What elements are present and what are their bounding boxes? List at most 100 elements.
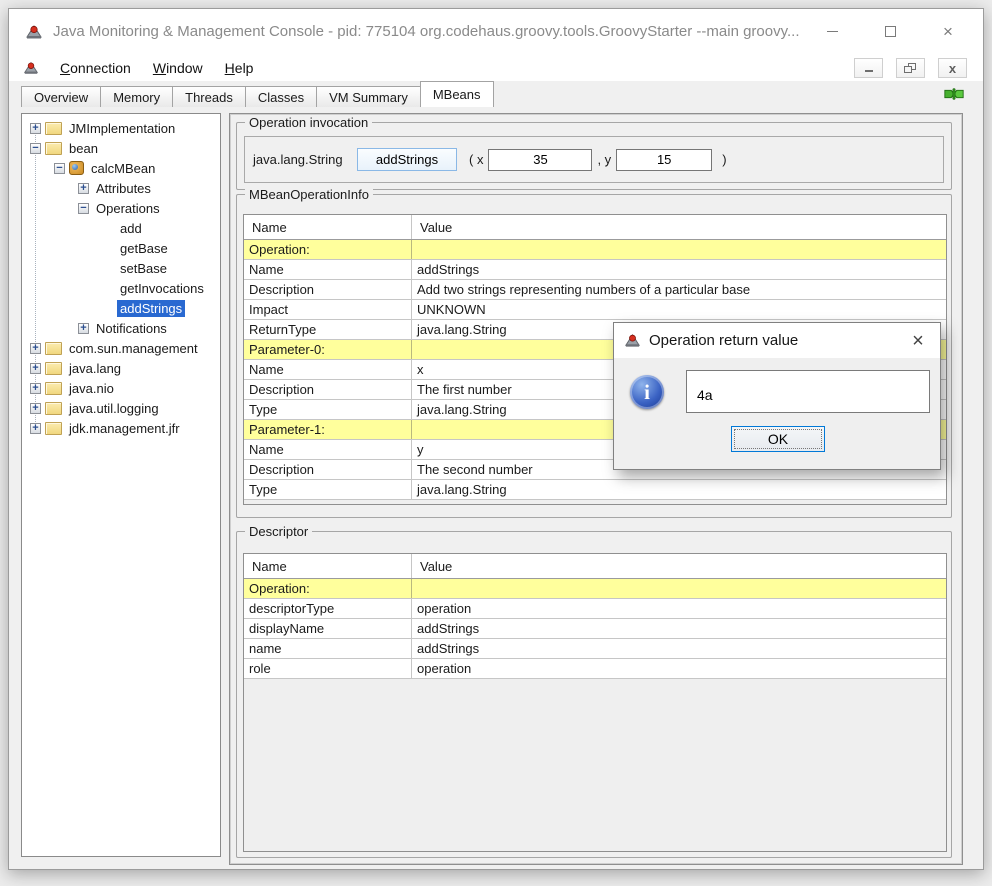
table-row[interactable]: Type java.lang.String <box>244 480 946 500</box>
return-value-field[interactable] <box>686 370 930 413</box>
info-icon: i <box>630 375 664 409</box>
tree-item-label: java.nio <box>66 380 117 397</box>
tree-item-label: setBase <box>117 260 170 277</box>
column-header-value[interactable]: Value <box>412 559 946 574</box>
column-header-value[interactable]: Value <box>412 220 946 235</box>
tree-item[interactable]: − calcMBean <box>22 158 220 178</box>
tree-item[interactable]: − Operations <box>22 198 220 218</box>
cell-value: addStrings <box>412 619 946 638</box>
tab[interactable]: Threads <box>172 86 246 107</box>
menu-item[interactable]: Window <box>144 57 212 79</box>
table-row[interactable]: Operation: <box>244 240 946 260</box>
tree-item[interactable]: add <box>22 218 220 238</box>
table-row[interactable]: Operation: <box>244 579 946 599</box>
tree-expander-icon[interactable]: + <box>30 403 41 414</box>
cell-value: operation <box>412 599 946 618</box>
tree-item[interactable]: + Notifications <box>22 318 220 338</box>
tree-item[interactable]: getInvocations <box>22 278 220 298</box>
dialog-close-button[interactable]: × <box>906 329 930 353</box>
tree-item[interactable]: + java.nio <box>22 378 220 398</box>
tree-item-label: Operations <box>93 200 163 217</box>
cell-name: displayName <box>244 619 412 638</box>
invoke-addstrings-button[interactable]: addStrings <box>357 148 457 171</box>
tree-expander-icon[interactable]: + <box>78 183 89 194</box>
table-row[interactable]: Name addStrings <box>244 260 946 280</box>
window-title: Java Monitoring & Management Console - p… <box>53 23 800 40</box>
tree-node-icon <box>45 382 62 395</box>
menubar: Connection Window Help x <box>9 54 983 81</box>
separator-label: , y <box>597 152 611 167</box>
tree-expander-icon[interactable]: + <box>30 363 41 374</box>
table-row[interactable]: role operation <box>244 659 946 679</box>
frame-minimize-button[interactable] <box>854 58 883 78</box>
cell-value <box>412 579 946 598</box>
column-header-name[interactable]: Name <box>244 215 412 239</box>
table-row[interactable]: name addStrings <box>244 639 946 659</box>
tree-expander-icon[interactable]: + <box>78 323 89 334</box>
table-body: Operation: descriptorType operation disp… <box>244 579 946 679</box>
dialog-title: Operation return value <box>649 332 798 349</box>
jconsole-app-icon <box>25 23 43 41</box>
tree-item[interactable]: + Attributes <box>22 178 220 198</box>
maximize-button[interactable] <box>861 9 919 54</box>
tree-expander-icon[interactable]: − <box>54 163 65 174</box>
ok-button[interactable]: OK <box>731 426 825 452</box>
tree-expander-icon[interactable]: + <box>30 423 41 434</box>
tree-item[interactable]: + java.lang <box>22 358 220 378</box>
table-row[interactable]: descriptorType operation <box>244 599 946 619</box>
tab[interactable]: MBeans <box>420 81 494 107</box>
cell-name: Impact <box>244 300 412 319</box>
frame-close-button[interactable]: x <box>938 58 967 78</box>
tree-expander-icon[interactable]: − <box>30 143 41 154</box>
tree-item-label: jdk.management.jfr <box>66 420 183 437</box>
tree-item[interactable]: + jdk.management.jfr <box>22 418 220 438</box>
param-y-input[interactable] <box>616 149 712 171</box>
operation-detail-panel: Operation invocation java.lang.String ad… <box>229 113 963 865</box>
tree-expander-icon[interactable]: + <box>30 343 41 354</box>
tree-expander-icon[interactable]: + <box>30 123 41 134</box>
tree-node-icon <box>45 422 62 435</box>
cell-value: operation <box>412 659 946 678</box>
param-x-input[interactable] <box>488 149 592 171</box>
tree-item[interactable]: + com.sun.management <box>22 338 220 358</box>
cell-name: ReturnType <box>244 320 412 339</box>
table-header: Name Value <box>244 554 946 579</box>
tree-item[interactable]: addStrings <box>22 298 220 318</box>
tree-expander-icon[interactable]: − <box>78 203 89 214</box>
tree-item[interactable]: setBase <box>22 258 220 278</box>
tree-item-label: JMImplementation <box>66 120 178 137</box>
connection-status-plug-icon <box>943 83 965 105</box>
table-row[interactable]: displayName addStrings <box>244 619 946 639</box>
tab[interactable]: Memory <box>100 86 173 107</box>
tab[interactable]: VM Summary <box>316 86 421 107</box>
tree-item[interactable]: + java.util.logging <box>22 398 220 418</box>
cell-name: Operation: <box>244 579 412 598</box>
close-icon: × <box>943 23 953 40</box>
tree-item-label: addStrings <box>117 300 185 317</box>
menu-item[interactable]: Help <box>216 57 263 79</box>
tab[interactable]: Overview <box>21 86 101 107</box>
cell-value: Add two strings representing numbers of … <box>412 280 946 299</box>
table-row[interactable]: Impact UNKNOWN <box>244 300 946 320</box>
dialog-close-icon: × <box>912 330 924 353</box>
column-header-name[interactable]: Name <box>244 554 412 578</box>
mbean-tree-panel: + JMImplementation − bean − calcMBean <box>21 113 221 857</box>
tree-expander-icon[interactable]: + <box>30 383 41 394</box>
minimize-button[interactable] <box>803 9 861 54</box>
tab[interactable]: Classes <box>245 86 317 107</box>
frame-close-icon: x <box>949 62 956 75</box>
tree-item[interactable]: + JMImplementation <box>22 118 220 138</box>
close-paren-label: ) <box>722 152 726 167</box>
table-row[interactable]: Description Add two strings representing… <box>244 280 946 300</box>
dialog-titlebar[interactable]: Operation return value × <box>614 323 940 358</box>
tree-item[interactable]: − bean <box>22 138 220 158</box>
tree-item[interactable]: getBase <box>22 238 220 258</box>
close-button[interactable]: × <box>919 9 977 54</box>
frame-restore-button[interactable] <box>896 58 925 78</box>
cell-name: Name <box>244 360 412 379</box>
window-titlebar[interactable]: Java Monitoring & Management Console - p… <box>9 9 983 54</box>
tree-node-icon <box>45 402 62 415</box>
cell-name: Name <box>244 440 412 459</box>
maximize-icon <box>885 26 896 37</box>
menu-item[interactable]: Connection <box>51 57 140 79</box>
